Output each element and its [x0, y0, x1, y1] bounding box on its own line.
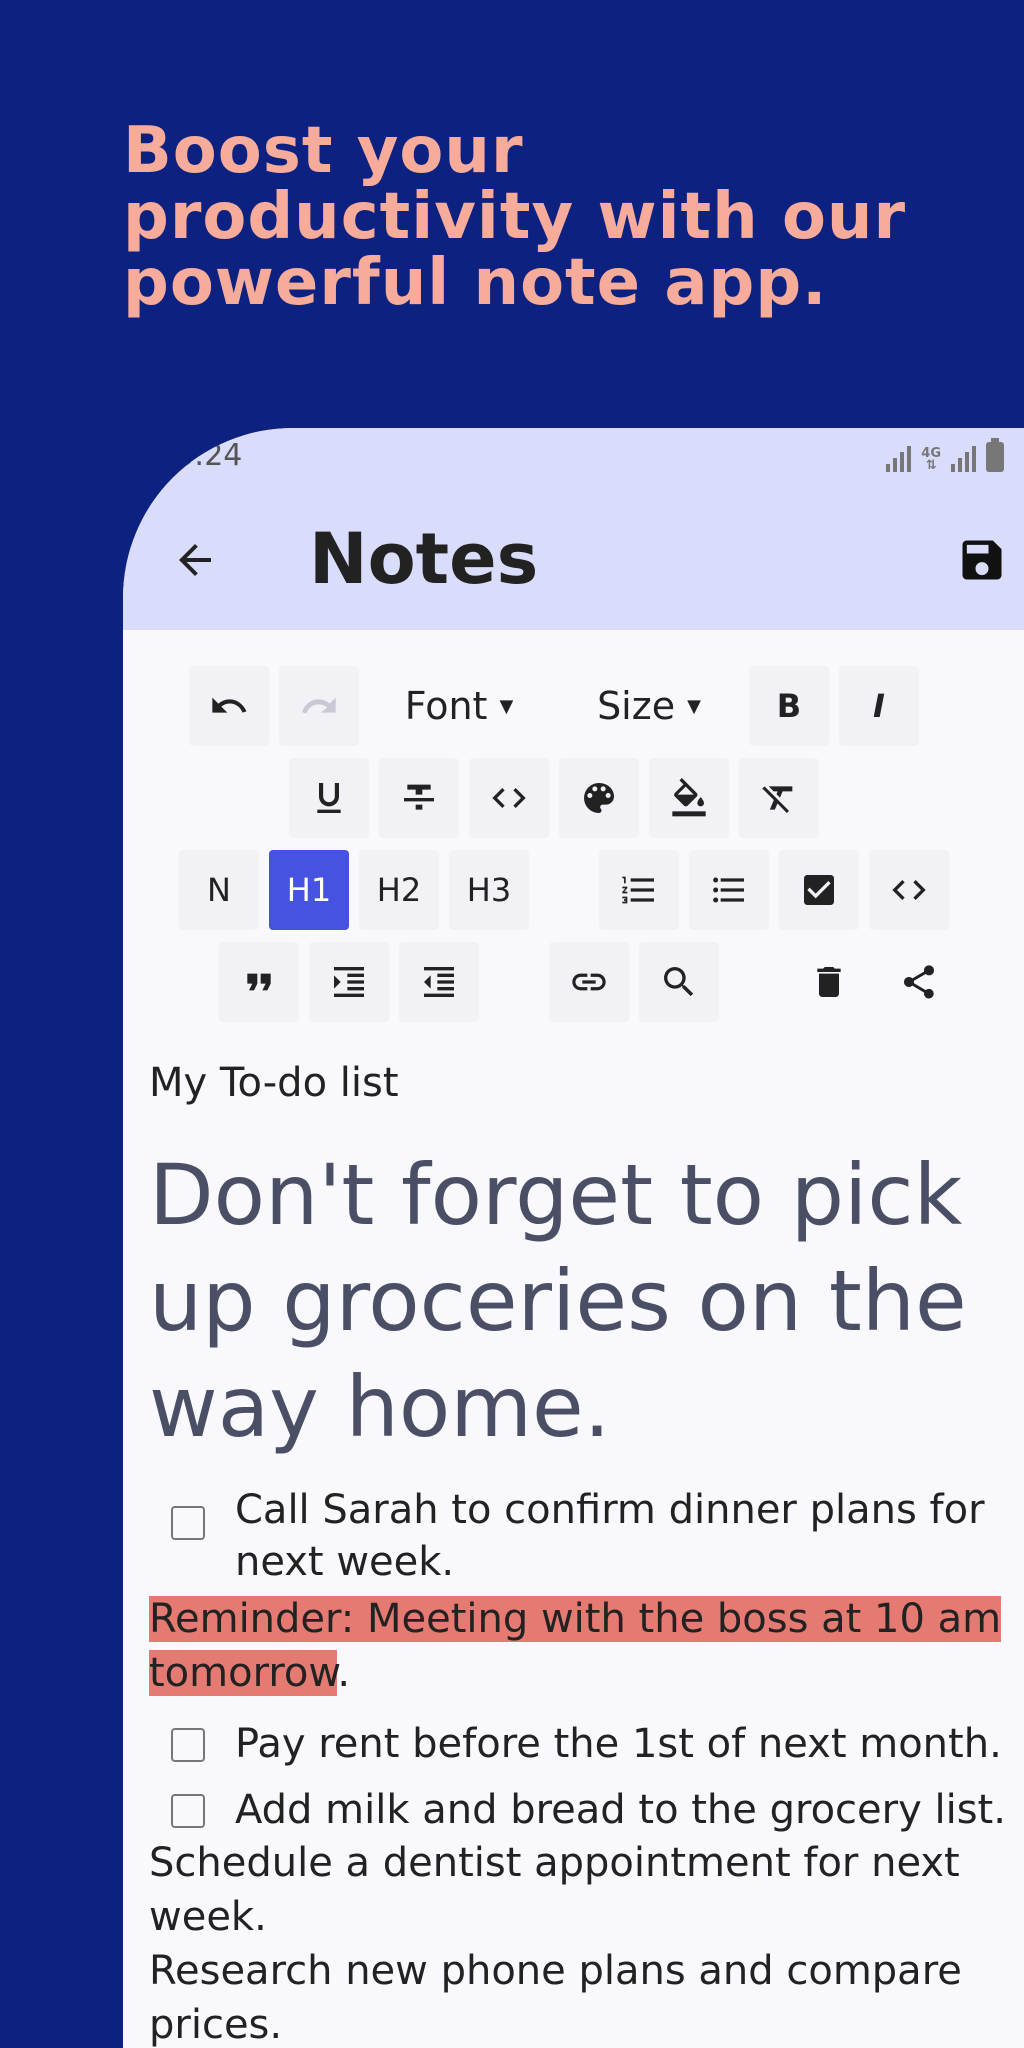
highlighted-text: Reminder: Meeting with the boss at 10 am… — [149, 1596, 1002, 1696]
checkbox[interactable] — [171, 1728, 205, 1762]
app-bar: 3:24 4G ⇅ Notes — [123, 428, 1024, 630]
arrow-back-icon — [179, 544, 211, 576]
battery-icon — [986, 438, 1004, 472]
checklist-item-text[interactable]: Call Sarah to confirm dinner plans for n… — [235, 1484, 1019, 1588]
toolbar-row-2 — [289, 758, 819, 838]
ordered-list-button[interactable] — [599, 850, 679, 930]
undo-button[interactable] — [189, 666, 269, 746]
share-button[interactable] — [879, 942, 959, 1022]
network-type: 4G ⇅ — [921, 446, 941, 473]
status-time: 3:24 — [175, 438, 243, 473]
code-block-button[interactable] — [869, 850, 949, 930]
underline-button[interactable] — [289, 758, 369, 838]
checkbox[interactable] — [171, 1506, 205, 1540]
code-icon — [892, 880, 926, 900]
note-heading[interactable]: Don't forget to pick up groceries on the… — [149, 1142, 1019, 1460]
underline-icon — [317, 783, 341, 813]
signal-icon — [886, 444, 912, 472]
link-button[interactable] — [549, 942, 629, 1022]
link-icon — [572, 973, 606, 991]
checklist-item-text[interactable]: Add milk and bread to the grocery list. — [235, 1784, 1006, 1836]
indent-icon — [334, 967, 364, 997]
note-editor[interactable]: My To-do list Don't forget to pick up gr… — [149, 1060, 1019, 2048]
undo-icon — [212, 697, 247, 713]
clear-format-button[interactable] — [739, 758, 819, 838]
checklist-item: Call Sarah to confirm dinner plans for n… — [171, 1484, 1019, 1588]
toolbar-row-3: N H1 H2 H3 — [179, 850, 949, 930]
code-icon — [492, 788, 526, 808]
outdent-button[interactable] — [399, 942, 479, 1022]
quote-button[interactable] — [219, 942, 299, 1022]
save-icon — [962, 540, 1002, 580]
style-h3-button[interactable]: H3 — [449, 850, 529, 930]
back-button[interactable] — [163, 528, 227, 592]
note-title[interactable]: My To-do list — [149, 1060, 1019, 1106]
caret-down-icon: ▼ — [499, 695, 514, 717]
style-h2-button[interactable]: H2 — [359, 850, 439, 930]
checkbox-icon — [804, 875, 834, 905]
page-title: Notes — [309, 518, 539, 600]
highlighted-paragraph[interactable]: Reminder: Meeting with the boss at 10 am… — [149, 1592, 1019, 1700]
save-button[interactable] — [950, 528, 1014, 592]
highlight-color-button[interactable] — [649, 758, 729, 838]
search-icon — [664, 967, 694, 997]
style-h1-button[interactable]: H1 — [269, 850, 349, 930]
phone-screen: 3:24 4G ⇅ Notes Font ▼ Size ▼ B I N H1 H… — [123, 428, 1024, 2048]
italic-button[interactable]: I — [839, 666, 919, 746]
checklist-item-text[interactable]: Pay rent before the 1st of next month. — [235, 1718, 1002, 1770]
signal-icon-2 — [951, 444, 976, 472]
bullet-list-button[interactable] — [689, 850, 769, 930]
bold-button[interactable]: B — [749, 666, 829, 746]
note-paragraph[interactable]: Research new phone plans and compare pri… — [149, 1944, 1019, 2048]
promo-headline: Boost your productivity with our powerfu… — [123, 114, 907, 320]
style-normal-button[interactable]: N — [179, 850, 259, 930]
search-button[interactable] — [639, 942, 719, 1022]
checklist-item: Pay rent before the 1st of next month. — [171, 1718, 1019, 1770]
share-icon — [904, 965, 934, 999]
toolbar-row-1: Font ▼ Size ▼ B I — [189, 666, 919, 746]
ordered-list-icon — [622, 876, 654, 904]
indent-button[interactable] — [309, 942, 389, 1022]
palette-icon — [584, 783, 614, 813]
checklist-item: Add milk and bread to the grocery list. — [171, 1784, 1019, 1836]
clear-format-icon — [762, 786, 793, 813]
text-color-button[interactable] — [559, 758, 639, 838]
font-dropdown[interactable]: Font ▼ — [369, 666, 549, 746]
caret-down-icon: ▼ — [687, 695, 701, 717]
toolbar-row-4 — [219, 942, 959, 1022]
note-paragraph[interactable]: Schedule a dentist appointment for next … — [149, 1836, 1019, 1944]
bullet-list-icon — [713, 877, 744, 903]
outdent-icon — [424, 967, 454, 997]
redo-icon — [302, 697, 336, 714]
status-icons: 4G ⇅ — [886, 438, 1004, 473]
strikethrough-button[interactable] — [379, 758, 459, 838]
fill-bucket-icon — [672, 778, 706, 817]
checklist-button[interactable] — [779, 850, 859, 930]
checkbox[interactable] — [171, 1794, 205, 1828]
trash-icon — [817, 967, 841, 997]
delete-button[interactable] — [789, 942, 869, 1022]
inline-code-button[interactable] — [469, 758, 549, 838]
strikethrough-icon — [404, 784, 434, 810]
redo-button[interactable] — [279, 666, 359, 746]
size-dropdown[interactable]: Size ▼ — [559, 666, 739, 746]
quote-icon — [247, 973, 271, 991]
